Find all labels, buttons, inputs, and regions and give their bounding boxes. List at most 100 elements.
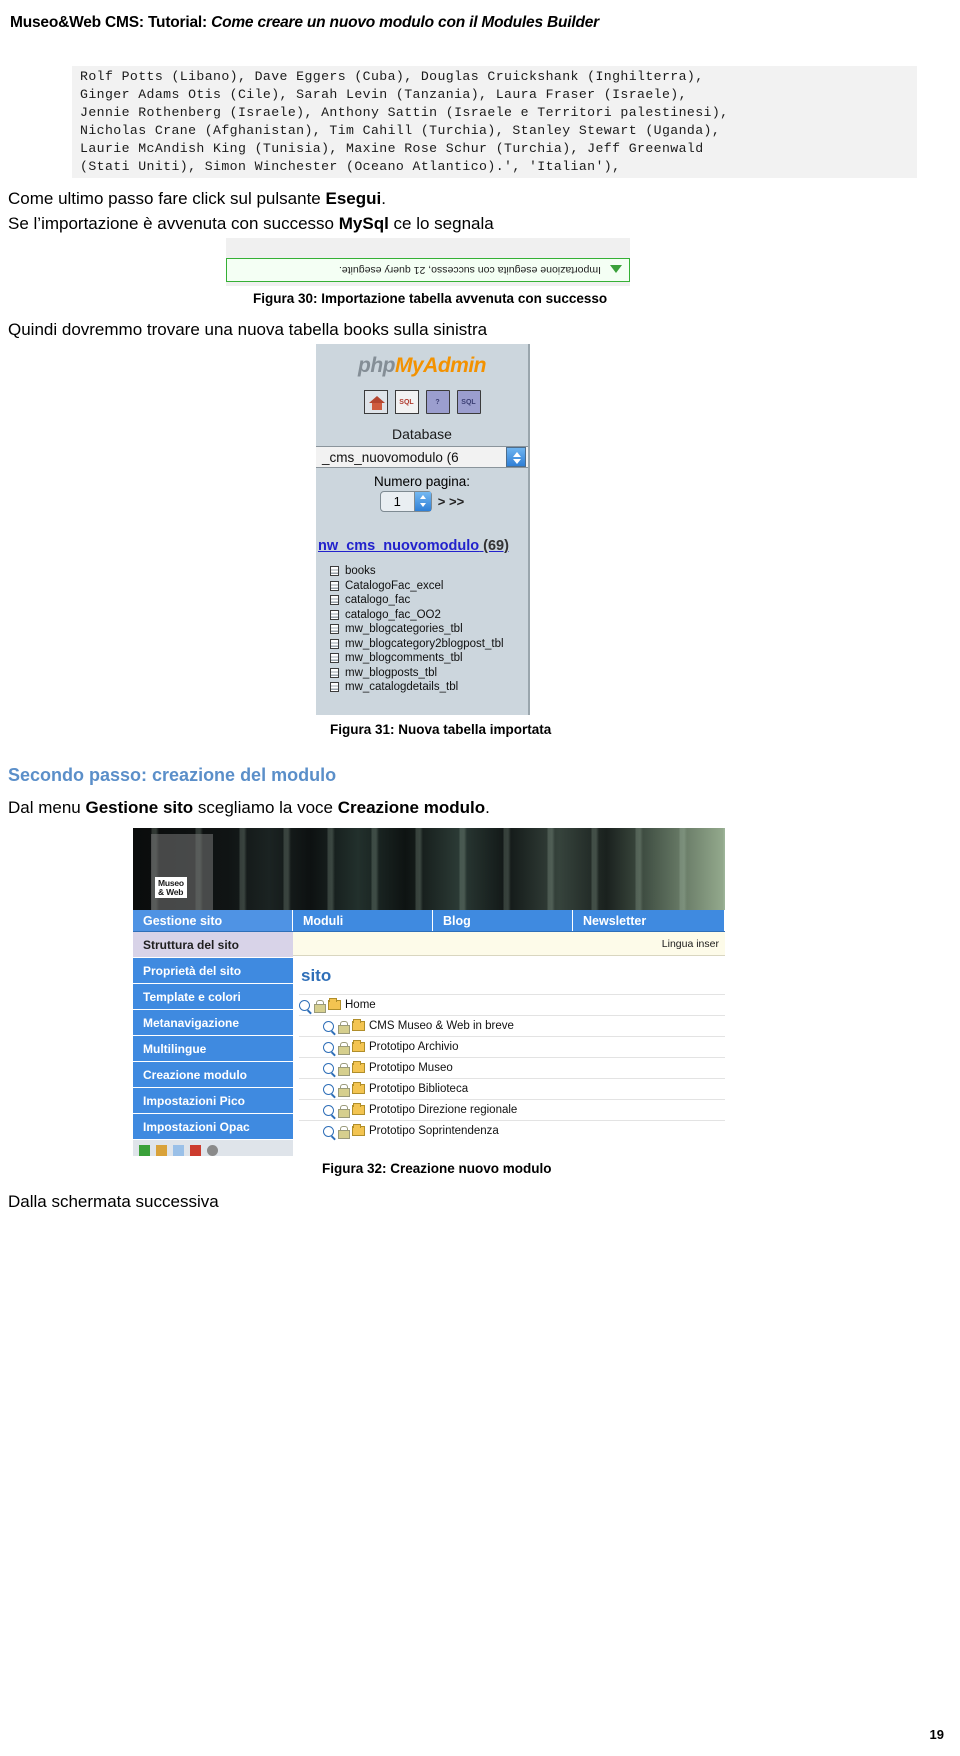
folder-icon [352,1103,365,1115]
list-item-label: mw_blogposts_tbl [345,666,438,679]
tree-row-label: Home [345,999,376,1011]
copy-icon[interactable] [173,1144,184,1156]
sidebar-item-creazione-modulo[interactable]: Creazione modulo [133,1062,293,1088]
list-item[interactable]: mw_blogposts_tbl [330,666,528,681]
cms-body: Struttura del sito Proprietà del sito Te… [133,932,725,1156]
phpmyadmin-icon-bar: SQL ? SQL [316,390,528,414]
code-block: Rolf Potts (Libano), Dave Eggers (Cuba),… [72,66,917,178]
cms-main-panel: Lingua inser sito Home CMS Museo & Web i… [293,932,725,1156]
list-item-label: books [345,565,376,578]
edit-icon[interactable] [156,1144,167,1156]
list-item[interactable]: books [330,564,528,579]
sidebar-item-proprieta-del-sito[interactable]: Proprietà del sito [133,958,293,984]
paragraph-mysql: Se l’importazione è avvenuta con success… [8,213,494,235]
database-select-value: _cms_nuovomodulo (6 [322,449,459,465]
page-number: 19 [929,1727,944,1742]
tree-row-label: Prototipo Direzione regionale [369,1104,518,1116]
settings-icon[interactable] [207,1144,218,1156]
list-item-label: mw_blogcategory2blogpost_tbl [345,637,504,650]
sidebar-toolbar [133,1140,293,1156]
sql-bubble-icon[interactable]: SQL [456,390,481,414]
tree-row[interactable]: Prototipo Biblioteca [299,1078,725,1099]
tab-gestione-sito[interactable]: Gestione sito [133,910,293,931]
list-item-label: catalogo_fac_OO2 [345,608,441,621]
cms-sidebar: Struttura del sito Proprietà del sito Te… [133,932,293,1156]
paragraph-gestione-bold2: Creazione modulo [337,798,486,817]
page-number-value: 1 [393,494,401,509]
figure-30-import-success: Importazione eseguita con successo, 21 q… [226,238,630,286]
sidebar-item-impostazioni-pico[interactable]: Impostazioni Pico [133,1088,293,1114]
site-tree: Home CMS Museo & Web in breve Prototipo … [293,994,725,1141]
search-icon[interactable] [323,1125,334,1137]
search-icon[interactable] [323,1062,334,1074]
sidebar-item-template-e-colori[interactable]: Template e colori [133,984,293,1010]
caption-figure-32: Figura 32: Creazione nuovo modulo [322,1161,552,1176]
lingua-inserimento-label: Lingua inser [293,932,725,956]
paragraph-mysql-bold: MySql [338,214,389,233]
folder-icon [352,1082,365,1094]
stepper-arrows-icon[interactable] [413,492,431,511]
sidebar-item-impostazioni-opac[interactable]: Impostazioni Opac [133,1114,293,1140]
caption-figure-30: Figura 30: Importazione tabella avvenuta… [253,291,608,306]
search-icon[interactable] [323,1020,334,1032]
sql-window-icon[interactable]: SQL [394,390,419,414]
database-table-count: (69) [479,538,509,554]
chevron-updown-icon[interactable] [506,447,526,467]
banner-texture [133,828,725,910]
page-header: Museo&Web CMS: Tutorial: Come creare un … [10,14,950,32]
figure-31-phpmyadmin-panel: phpMyAdmin SQL ? SQL Database _cms_nuovo… [316,344,530,715]
tree-row[interactable]: Prototipo Soprintendenza [299,1120,725,1141]
phpmyadmin-logo-php: php [358,354,395,377]
search-icon[interactable] [323,1083,334,1095]
tab-moduli[interactable]: Moduli [293,910,433,931]
tab-newsletter[interactable]: Newsletter [573,910,725,931]
database-select[interactable]: _cms_nuovomodulo (6 [316,446,528,468]
success-arrow-icon [608,264,623,277]
table-icon [330,653,339,664]
search-icon[interactable] [299,999,310,1011]
help-bubble-icon[interactable]: ? [425,390,450,414]
database-link[interactable]: nw_cms_nuovomodulo (69) [318,538,528,554]
list-item[interactable]: mw_blogcategory2blogpost_tbl [330,637,528,652]
lock-icon [338,1083,350,1097]
table-list: books CatalogoFac_excel catalogo_fac cat… [316,564,528,695]
folder-icon [328,998,341,1010]
database-label: Database [392,426,452,442]
search-icon[interactable] [323,1104,334,1116]
sidebar-item-multilingue[interactable]: Multilingue [133,1036,293,1062]
add-icon[interactable] [139,1144,150,1156]
tree-row[interactable]: Home [299,994,725,1015]
list-item[interactable]: mw_blogcomments_tbl [330,651,528,666]
table-icon [330,566,339,577]
paragraph-gestione-text: Dal menu [8,798,86,817]
sidebar-item-struttura-del-sito[interactable]: Struttura del sito [133,932,293,958]
list-item[interactable]: mw_catalogdetails_tbl [330,680,528,695]
list-item[interactable]: catalogo_fac_OO2 [330,608,528,623]
page-nav-links[interactable]: > >> [438,494,464,509]
folder-icon [352,1061,365,1073]
list-item[interactable]: mw_blogcategories_tbl [330,622,528,637]
folder-icon [352,1019,365,1031]
folder-icon [352,1040,365,1052]
table-icon [330,595,339,606]
sidebar-item-metanavigazione[interactable]: Metanavigazione [133,1010,293,1036]
table-icon [330,624,339,635]
tab-blog[interactable]: Blog [433,910,573,931]
delete-icon[interactable] [190,1144,201,1156]
cms-banner-image: Museo & Web [133,828,725,910]
cms-page-title: sito [301,966,332,985]
tree-row[interactable]: Prototipo Direzione regionale [299,1099,725,1120]
page-number-stepper[interactable]: 1 [379,491,432,512]
paragraph-mysql-text: Se l’importazione è avvenuta con success… [8,214,339,233]
list-item[interactable]: CatalogoFac_excel [330,579,528,594]
lock-icon [338,1104,350,1118]
table-icon [330,638,339,649]
tree-row[interactable]: Prototipo Museo [299,1057,725,1078]
tree-row[interactable]: Prototipo Archivio [299,1036,725,1057]
search-icon[interactable] [323,1041,334,1053]
paragraph-gestione-sito: Dal menu Gestione sito scegliamo la voce… [8,797,490,819]
table-icon [330,580,339,591]
home-icon[interactable] [363,390,388,414]
tree-row[interactable]: CMS Museo & Web in breve [299,1015,725,1036]
list-item[interactable]: catalogo_fac [330,593,528,608]
